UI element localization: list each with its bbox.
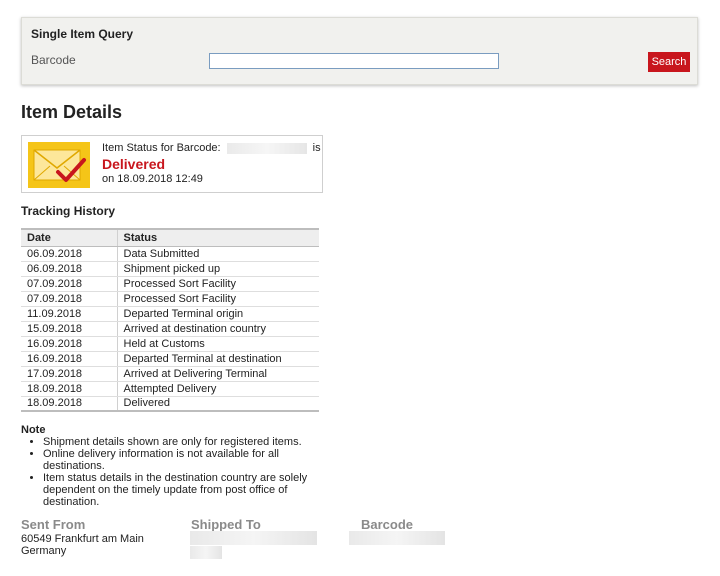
note-item: Online delivery information is not avail… <box>43 448 321 472</box>
status-box: Item Status for Barcode: is Delivered on … <box>21 135 323 193</box>
envelope-check-icon <box>28 142 90 193</box>
row-status: Departed Terminal at destination <box>116 351 319 367</box>
note-list: Shipment details shown are only for regi… <box>21 436 321 508</box>
table-row: 17.09.2018 Arrived at Delivering Terminal <box>21 366 319 382</box>
sent-from-line2: Germany <box>21 545 67 557</box>
row-date: 17.09.2018 <box>21 366 117 382</box>
table-row: 16.09.2018 Held at Customs <box>21 336 319 352</box>
row-status: Held at Customs <box>116 336 319 352</box>
table-row: 18.09.2018 Delivered <box>21 396 319 412</box>
row-date: 06.09.2018 <box>21 261 117 277</box>
table-row: 06.09.2018 Shipment picked up <box>21 261 319 277</box>
status-suffix: is <box>312 142 321 154</box>
sent-from-label: Sent From <box>21 517 86 532</box>
query-title: Single Item Query <box>31 27 134 41</box>
table-row: 06.09.2018 Data Submitted <box>21 246 319 262</box>
table-row: 18.09.2018 Attempted Delivery <box>21 381 319 397</box>
row-date: 07.09.2018 <box>21 291 117 307</box>
table-header-row: Date Status <box>21 228 319 247</box>
status-value: Delivered <box>102 156 166 172</box>
note-title: Note <box>21 424 46 436</box>
redacted-barcode <box>226 142 307 154</box>
search-button[interactable]: Search <box>648 52 690 72</box>
row-status: Processed Sort Facility <box>116 291 319 307</box>
item-details-title: Item Details <box>21 102 123 122</box>
row-status: Arrived at Delivering Terminal <box>116 366 319 382</box>
barcode-label: Barcode <box>31 53 76 67</box>
redacted-shipped-to-line2 <box>190 546 222 559</box>
status-prefix: Item Status for Barcode: <box>102 142 221 154</box>
row-status: Data Submitted <box>116 246 319 262</box>
column-header-date: Date <box>21 228 117 247</box>
row-status: Arrived at destination country <box>116 321 319 337</box>
table-row: 07.09.2018 Processed Sort Facility <box>21 276 319 292</box>
redacted-shipped-to <box>190 531 317 545</box>
row-status: Shipment picked up <box>116 261 319 277</box>
table-row: 15.09.2018 Arrived at destination country <box>21 321 319 337</box>
row-date: 06.09.2018 <box>21 246 117 262</box>
tracking-history-title: Tracking History <box>21 204 116 218</box>
row-date: 18.09.2018 <box>21 396 117 412</box>
shipped-to-label: Shipped To <box>191 517 261 532</box>
row-status: Processed Sort Facility <box>116 276 319 292</box>
sent-from-address: 60549 Frankfurt am Main Germany <box>21 533 144 557</box>
row-status: Departed Terminal origin <box>116 306 319 322</box>
row-date: 07.09.2018 <box>21 276 117 292</box>
note-item: Item status details in the destination c… <box>43 472 321 508</box>
column-header-status: Status <box>116 228 319 247</box>
table-row: 16.09.2018 Departed Terminal at destinati… <box>21 351 319 367</box>
table-row: 07.09.2018 Processed Sort Facility <box>21 291 319 307</box>
row-date: 16.09.2018 <box>21 336 117 352</box>
status-date: on 18.09.2018 12:49 <box>102 173 203 185</box>
barcode-footer-label: Barcode <box>361 517 414 532</box>
row-date: 18.09.2018 <box>21 381 117 397</box>
status-line: Item Status for Barcode: is <box>102 142 321 154</box>
row-date: 11.09.2018 <box>21 306 117 322</box>
row-status: Attempted Delivery <box>116 381 319 397</box>
sent-from-line1: 60549 Frankfurt am Main <box>21 533 144 545</box>
table-row: 11.09.2018 Departed Terminal origin <box>21 306 319 322</box>
row-date: 15.09.2018 <box>21 321 117 337</box>
tracking-history-table: Date Status 06.09.2018 Data Submitted 06.0… <box>21 228 319 412</box>
note-item: Shipment details shown are only for regi… <box>43 436 321 448</box>
row-date: 16.09.2018 <box>21 351 117 367</box>
barcode-input[interactable] <box>209 53 499 69</box>
redacted-barcode-footer <box>349 531 445 545</box>
single-item-query-panel: Single Item Query Barcode Search <box>21 17 698 85</box>
row-status: Delivered <box>116 396 319 412</box>
